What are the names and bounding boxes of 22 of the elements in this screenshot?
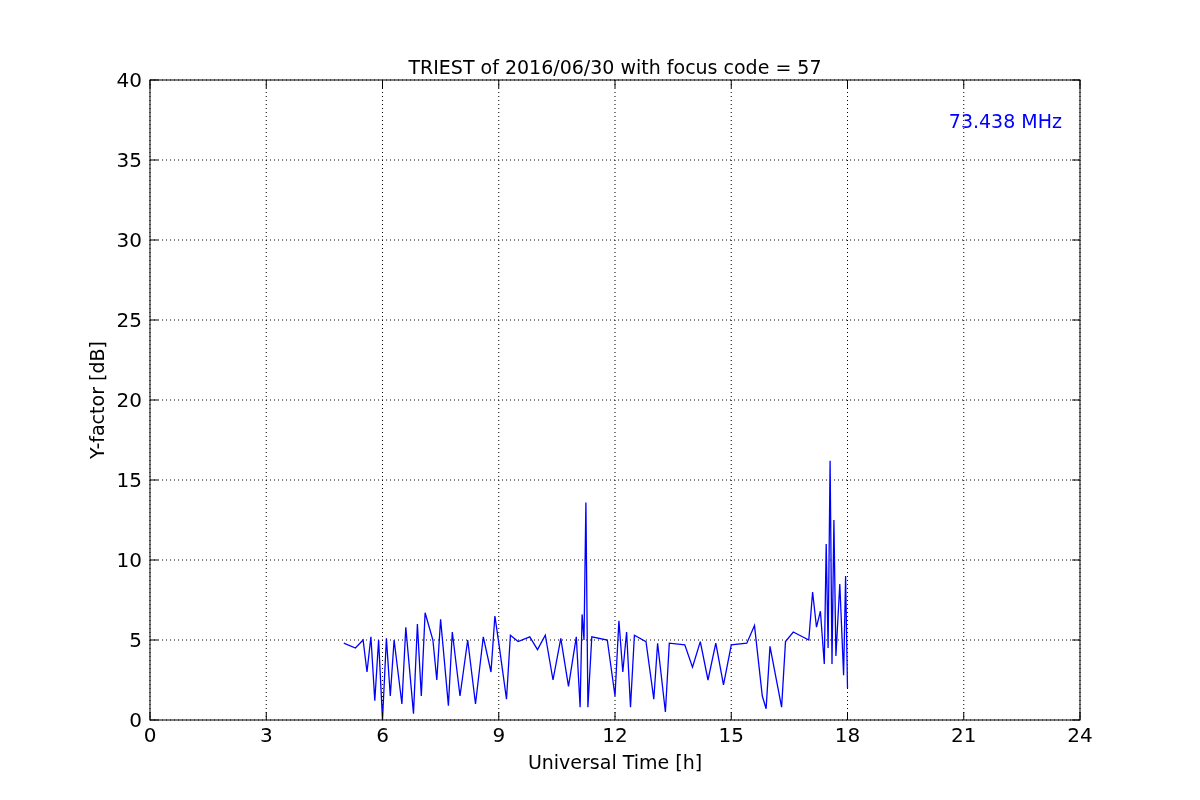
x-tick-label: 9 [492, 723, 506, 747]
y-tick-label: 40 [116, 68, 142, 92]
series-label: 73.438 MHz [948, 110, 1062, 132]
y-tick-label: 15 [116, 468, 142, 492]
y-tick-label: 30 [116, 228, 142, 252]
y-tick-label: 35 [116, 148, 142, 172]
y-tick-label: 5 [129, 628, 142, 652]
y-axis-label: Y-factor [dB] [86, 341, 108, 459]
y-tick-label: 10 [116, 548, 142, 572]
x-tick-label: 18 [834, 723, 861, 747]
x-tick-label: 3 [259, 723, 273, 747]
y-tick-label: 25 [116, 308, 142, 332]
chart-title: TRIEST of 2016/06/30 with focus code = 57 [408, 56, 822, 78]
y-tick-label: 20 [116, 388, 142, 412]
x-tick-label: 21 [951, 723, 977, 747]
x-axis-label: Universal Time [h] [527, 751, 703, 773]
x-tick-label: 15 [718, 723, 744, 747]
x-tick-label: 0 [143, 723, 157, 747]
x-tick-label: 12 [602, 723, 628, 747]
y-tick-label: 0 [129, 708, 142, 732]
x-tick-label: 6 [376, 723, 389, 747]
x-tick-label: 24 [1067, 723, 1093, 747]
